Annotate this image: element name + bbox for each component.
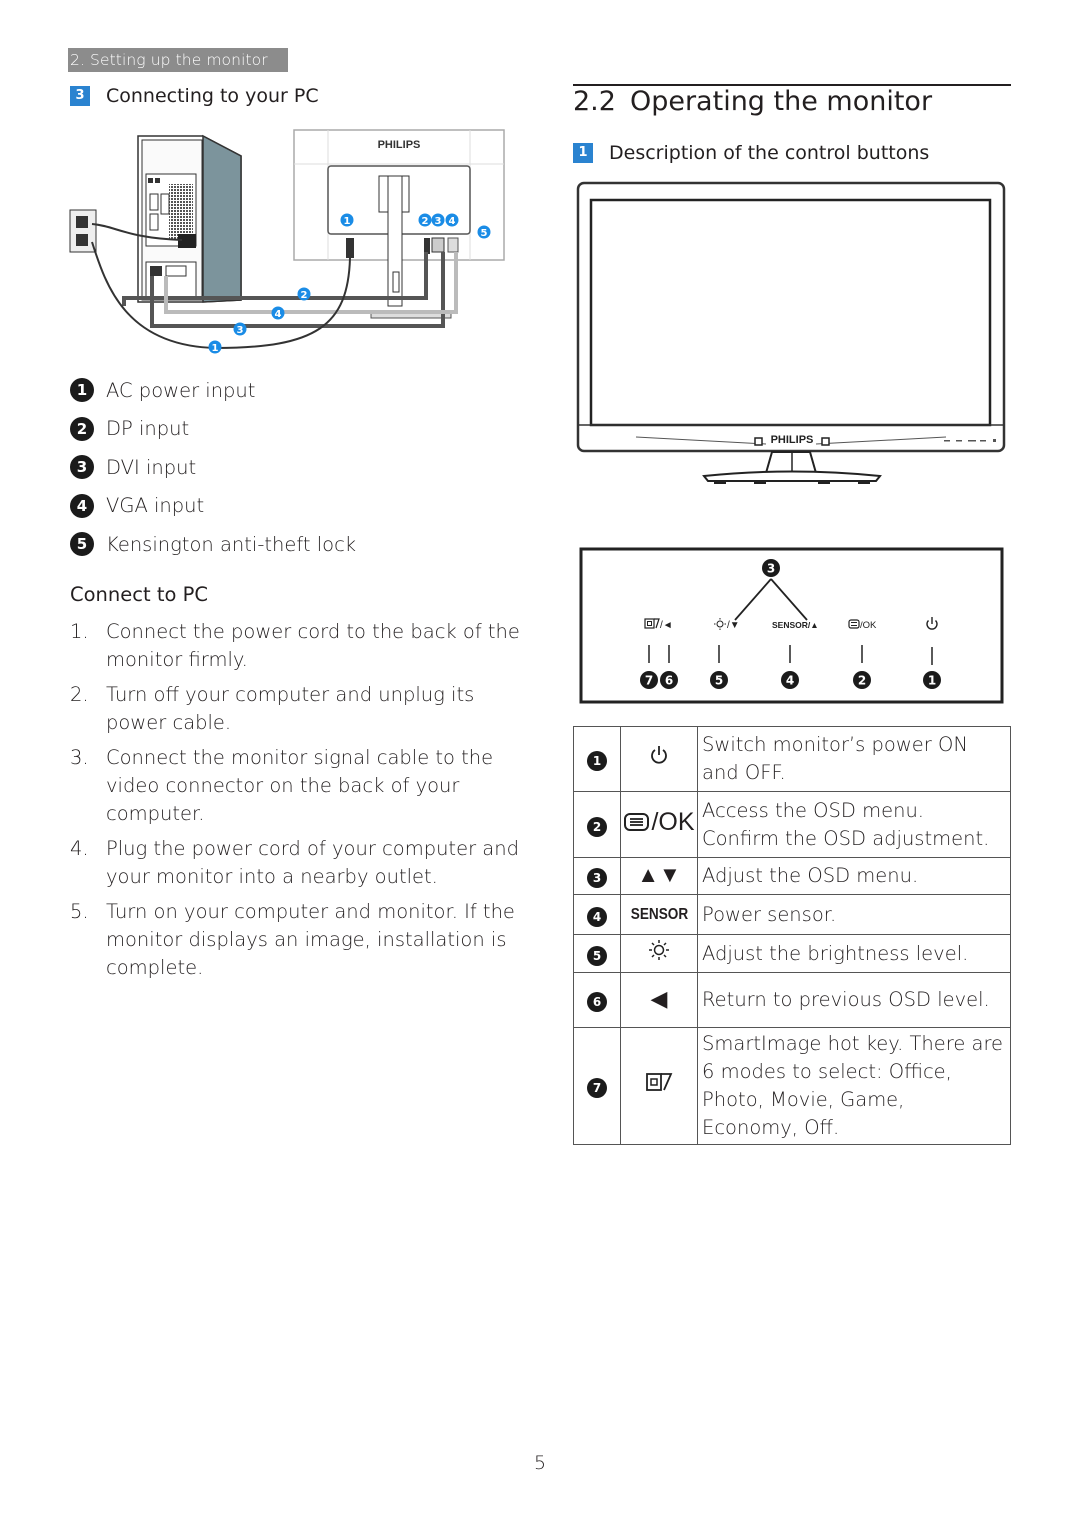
step-item: 4. Plug the power cord of your computer a…	[70, 837, 519, 888]
svg-text:2: 2	[301, 290, 308, 301]
legend-label: Kensington anti-theft lock	[106, 532, 357, 556]
left-arrow-icon: ◀	[620, 972, 698, 1028]
smartimage-icon	[646, 1073, 673, 1091]
connector-legend: 1 AC power input 2 DP input 3 DVI input …	[70, 376, 356, 558]
section-title: 2.2 Operating the monitor	[573, 86, 932, 117]
svg-text:/OK: /OK	[860, 620, 877, 631]
connect-to-pc-heading: Connect to PC	[70, 583, 208, 606]
table-row: 6 ◀ Return to previous OSD level.	[573, 972, 1011, 1028]
subsection-badge: 3	[70, 86, 90, 106]
table-row: 7 SmartImage hot key. There are 6 modes …	[573, 1027, 1011, 1145]
step-item: 5. Turn on your computer and monitor. If …	[70, 900, 515, 979]
diagram-brand: PHILIPS	[378, 139, 421, 151]
legend-item: 4 VGA input	[70, 492, 356, 520]
section-number: 2.2	[573, 86, 616, 117]
subsection-heading-control-buttons: 1 Description of the control buttons	[573, 142, 929, 164]
svg-text:6: 6	[665, 674, 673, 688]
sensor-up-button-label: SENSOR/▲	[772, 620, 819, 630]
table-row: 1 Switch monitor’s power ON and OFF.	[573, 726, 1011, 792]
svg-text:3: 3	[435, 216, 442, 227]
legend-item: 5 Kensington anti-theft lock	[70, 530, 356, 558]
svg-text:5: 5	[481, 228, 488, 239]
row-number: 7	[587, 1078, 607, 1098]
table-row: 2 /OK Access the OSD menu. Confirm the O…	[573, 791, 1011, 858]
svg-text:4: 4	[275, 309, 282, 320]
step-item: 1. Connect the power cord to the back of …	[70, 620, 520, 671]
page-number: 5	[533, 1452, 547, 1474]
brightness-icon	[649, 939, 669, 960]
subsection-heading-connecting: 3 Connecting to your PC	[70, 85, 319, 107]
subsection-title: Connecting to your PC	[106, 85, 319, 107]
legend-label: AC power input	[106, 378, 256, 402]
legend-item: 1 AC power input	[70, 376, 356, 404]
svg-text:5: 5	[715, 674, 723, 688]
table-row: 5 Adjust the brightness level.	[573, 934, 1011, 973]
section-title-text: Operating the monitor	[629, 86, 933, 117]
svg-text:/▼: /▼	[727, 620, 740, 631]
row-description: Access the OSD menu. Confirm the OSD adj…	[697, 791, 1011, 858]
svg-text:3: 3	[237, 325, 244, 336]
svg-text:4: 4	[786, 674, 794, 688]
button-panel-diagram: 3 /◄ /▼ SENSOR/▲ /OK 7 6 5 4 2 1	[579, 547, 1004, 704]
legend-number: 3	[70, 455, 94, 479]
power-icon	[651, 746, 667, 764]
svg-text:1: 1	[928, 674, 936, 688]
row-number: 6	[587, 992, 607, 1012]
svg-text:1: 1	[212, 343, 219, 354]
row-description: Adjust the OSD menu.	[697, 857, 1011, 895]
svg-text:3: 3	[767, 562, 775, 576]
legend-number: 4	[70, 493, 94, 518]
row-description: Switch monitor’s power ON and OFF.	[697, 726, 1011, 792]
ok-label: /OK	[651, 808, 695, 836]
svg-text:7: 7	[645, 674, 653, 688]
svg-text:1: 1	[344, 216, 351, 227]
row-number: 3	[587, 868, 607, 888]
legend-number: 1	[70, 378, 94, 402]
wall-outlet-illustration	[69, 209, 97, 253]
legend-label: DP input	[106, 417, 190, 440]
row-description: Power sensor.	[697, 894, 1011, 935]
monitor-front-illustration: PHILIPS	[576, 181, 1006, 484]
up-down-arrows-icon: ▲▼	[620, 857, 698, 895]
legend-label: VGA input	[106, 494, 205, 517]
row-description: Return to previous OSD level.	[697, 972, 1011, 1028]
connection-diagram: PHILIPS 1 2 3 4 5 2 4 3 1	[69, 129, 505, 354]
legend-item: 2 DP input	[70, 415, 356, 443]
subsection-badge: 1	[573, 143, 593, 163]
subsection-title: Description of the control buttons	[609, 142, 930, 164]
svg-text:/◄: /◄	[660, 620, 673, 631]
row-number: 1	[587, 751, 607, 771]
monitor-brand: PHILIPS	[771, 434, 814, 446]
row-description: SmartImage hot key. There are 6 modes to…	[697, 1027, 1011, 1145]
row-number: 4	[587, 906, 607, 927]
monitor-back-illustration: PHILIPS	[293, 129, 505, 319]
menu-icon	[624, 813, 650, 831]
row-number: 2	[587, 816, 607, 837]
row-number: 5	[587, 945, 607, 966]
setup-steps-list: 1. Connect the power cord to the back of …	[70, 618, 520, 989]
legend-number: 5	[70, 532, 94, 556]
legend-label: DVI input	[106, 455, 197, 479]
step-item: 3. Connect the monitor signal cable to th…	[70, 746, 494, 825]
svg-text:2: 2	[422, 216, 429, 227]
legend-item: 3 DVI input	[70, 453, 356, 481]
control-buttons-table: 1 Switch monitor’s power ON and OFF. 2 /…	[573, 726, 1011, 1145]
table-row: 3 ▲▼ Adjust the OSD menu.	[573, 857, 1011, 895]
table-row: 4 SENSOR Power sensor.	[573, 894, 1011, 935]
row-description: Adjust the brightness level.	[697, 934, 1011, 973]
svg-text:2: 2	[858, 674, 866, 688]
section-tag: 2. Setting up the monitor	[68, 48, 288, 72]
step-item: 2. Turn off your computer and unplug its …	[70, 683, 475, 734]
svg-text:4: 4	[449, 216, 456, 227]
sensor-label: SENSOR	[625, 894, 693, 935]
legend-number: 2	[70, 416, 94, 441]
